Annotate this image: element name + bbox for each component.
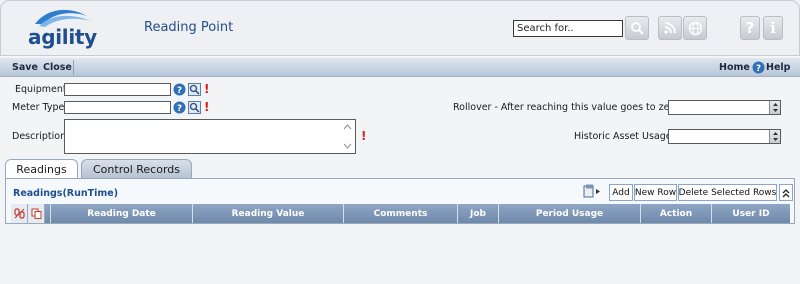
- app-header: agility Reading Point ? i: [0, 0, 800, 56]
- help-button[interactable]: ?: [740, 16, 760, 40]
- globe-button[interactable]: [683, 16, 707, 40]
- grid-unlink-column[interactable]: [11, 204, 28, 223]
- search-button[interactable]: [625, 16, 649, 40]
- svg-text:?: ?: [177, 104, 182, 114]
- close-button[interactable]: Close: [43, 62, 72, 73]
- column-comments[interactable]: Comments: [344, 204, 458, 223]
- meter-type-field[interactable]: [64, 101, 171, 114]
- description-scrollbar[interactable]: [341, 121, 354, 152]
- equipment-field[interactable]: [64, 83, 171, 96]
- historic-spin-icon[interactable]: [769, 130, 780, 143]
- column-reading-date[interactable]: Reading Date: [51, 204, 193, 223]
- equipment-lookup-icon[interactable]: [188, 83, 201, 96]
- info-button[interactable]: i: [763, 16, 783, 40]
- equipment-label: Equipment: [15, 84, 67, 95]
- globe-icon: [688, 21, 702, 35]
- rss-icon: [664, 22, 676, 34]
- svg-text:?: ?: [756, 64, 761, 74]
- equipment-help-icon[interactable]: ?: [173, 83, 186, 96]
- description-required-mark: !: [361, 129, 367, 143]
- column-user-id[interactable]: User ID: [712, 204, 790, 223]
- search-icon: [631, 22, 644, 35]
- export-icon[interactable]: [583, 184, 601, 199]
- page-title: Reading Point: [144, 20, 234, 35]
- agility-logo[interactable]: agility: [25, 6, 99, 50]
- save-button[interactable]: Save: [12, 62, 38, 73]
- grid-copy-column[interactable]: [28, 204, 45, 223]
- copy-icon: [31, 208, 41, 219]
- new-row-button[interactable]: New Row: [634, 184, 677, 201]
- historic-asset-usage-label: Historic Asset Usage: [574, 131, 672, 142]
- rss-button[interactable]: [658, 16, 682, 40]
- historic-asset-usage-stepper[interactable]: [668, 129, 781, 144]
- column-period-usage[interactable]: Period Usage: [499, 204, 641, 223]
- column-job[interactable]: Job: [458, 204, 499, 223]
- collapse-button[interactable]: [779, 184, 793, 201]
- help-icon: ?: [745, 19, 755, 37]
- action-toolbar: Save Close Home ? Help: [0, 58, 800, 77]
- delete-selected-rows-button[interactable]: Delete Selected Rows: [678, 184, 777, 201]
- home-link[interactable]: Home: [719, 62, 750, 73]
- tab-control-records[interactable]: Control Records: [81, 159, 192, 178]
- equipment-required-mark: !: [204, 82, 210, 96]
- grid-header-row: Reading Date Reading Value Comments Job …: [11, 204, 790, 223]
- unlink-icon: [13, 208, 25, 219]
- meter-type-lookup-icon[interactable]: [188, 101, 201, 114]
- help-link[interactable]: Help: [766, 62, 790, 73]
- description-label: Description: [12, 131, 67, 142]
- svg-text:?: ?: [177, 86, 182, 96]
- info-icon: i: [770, 19, 776, 37]
- help-circle-icon[interactable]: ?: [752, 61, 765, 74]
- meter-type-required-mark: !: [204, 100, 210, 114]
- column-reading-value[interactable]: Reading Value: [193, 204, 344, 223]
- search-input[interactable]: [513, 20, 623, 37]
- toolbar-divider: [73, 60, 74, 75]
- rollover-label: Rollover - After reaching this value goe…: [453, 102, 679, 113]
- add-button[interactable]: Add: [609, 184, 633, 201]
- rollover-spin-icon[interactable]: [769, 101, 780, 114]
- meter-type-help-icon[interactable]: ?: [173, 101, 186, 114]
- logo-text: agility: [28, 25, 97, 49]
- meter-type-label: Meter Type: [12, 102, 65, 113]
- double-chevron-up-icon: [782, 188, 790, 197]
- grid-title: Readings(RunTime): [13, 188, 119, 199]
- rollover-stepper[interactable]: [668, 100, 781, 115]
- readings-grid-panel: Readings(RunTime) Add New Row Delete Sel…: [5, 178, 795, 224]
- description-textarea[interactable]: [64, 119, 356, 154]
- column-action[interactable]: Action: [641, 204, 712, 223]
- tab-readings[interactable]: Readings: [5, 159, 78, 178]
